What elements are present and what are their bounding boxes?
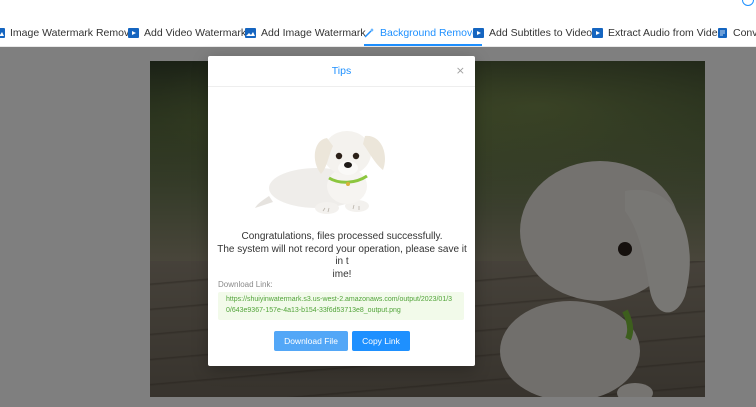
document-icon xyxy=(718,28,727,38)
tab-add-subtitles-to-video[interactable]: Add Subtitles to Video xyxy=(473,24,592,42)
success-message: Congratulations, files processed success… xyxy=(216,231,468,281)
help-icon[interactable] xyxy=(742,0,754,6)
video-icon xyxy=(128,28,139,38)
copy-link-button[interactable]: Copy Link xyxy=(352,331,410,351)
message-line: Congratulations, files processed success… xyxy=(241,231,443,242)
dialog-title: Tips xyxy=(331,65,352,77)
download-file-button[interactable]: Download File xyxy=(274,331,348,351)
tips-dialog: Tips × Congratulations, files processed … xyxy=(208,56,475,366)
tab-label: Add Video Watermark xyxy=(144,27,247,39)
video-icon xyxy=(592,28,603,38)
tab-label: Add Image Watermark xyxy=(261,27,366,39)
tab-label: Add Subtitles to Video xyxy=(489,27,593,39)
image-icon xyxy=(0,28,5,38)
tab-background-remover[interactable]: Background Remover xyxy=(364,24,482,46)
download-link-url[interactable]: https://shuiyinwatermark.s3.us-west-2.am… xyxy=(218,292,464,320)
message-line: The system will not record your operatio… xyxy=(217,243,467,268)
tab-add-video-watermark[interactable]: Add Video Watermark xyxy=(128,24,246,42)
tab-add-image-watermark[interactable]: Add Image Watermark xyxy=(245,24,366,42)
dialog-header: Tips × xyxy=(208,56,475,86)
tab-convert[interactable]: Conver xyxy=(717,24,756,42)
tab-label: Conver xyxy=(733,27,756,39)
video-icon xyxy=(473,28,484,38)
tab-label: Image Watermark Remover xyxy=(10,27,139,39)
dialog-divider xyxy=(208,86,475,87)
tab-label: Background Remover xyxy=(380,27,482,39)
feature-tabs-bar: Image Watermark Remover Add Video Waterm… xyxy=(0,0,756,46)
image-icon xyxy=(245,28,256,38)
tab-extract-audio-from-video[interactable]: Extract Audio from Video xyxy=(592,24,723,42)
tab-label: Extract Audio from Video xyxy=(608,27,724,39)
magic-wand-icon xyxy=(364,28,374,38)
download-link-label: Download Link: xyxy=(218,280,273,289)
close-icon[interactable]: × xyxy=(456,64,465,77)
processed-image-preview xyxy=(255,131,385,214)
tab-image-watermark-remover[interactable]: Image Watermark Remover xyxy=(0,24,139,42)
